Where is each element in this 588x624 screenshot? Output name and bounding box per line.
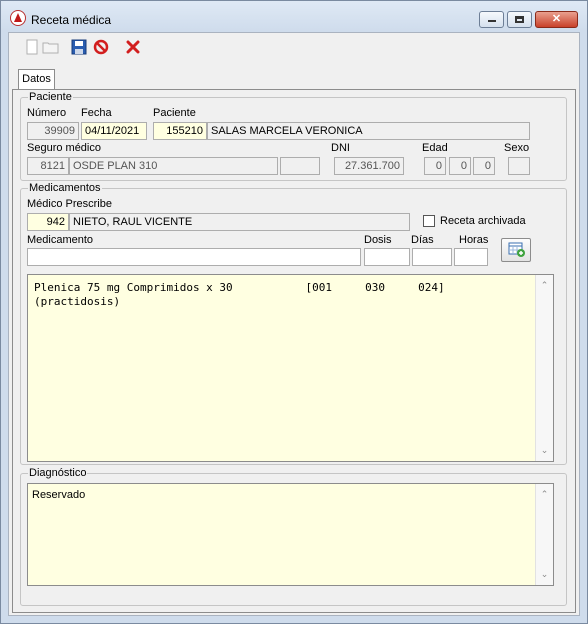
scroll-up-icon[interactable]: ⌃ bbox=[536, 277, 553, 294]
scroll-up-icon[interactable]: ⌃ bbox=[536, 486, 553, 503]
dias-input[interactable] bbox=[412, 248, 452, 266]
numero-label: Número bbox=[27, 107, 67, 119]
edad-meses-field[interactable]: 0 bbox=[449, 157, 471, 175]
cancel-prohibited-icon bbox=[93, 39, 109, 55]
medicamentos-list[interactable]: Plenica 75 mg Comprimidos x 30 [001 030 … bbox=[27, 274, 554, 462]
medico-nombre-field[interactable]: NIETO, RAUL VICENTE bbox=[69, 213, 410, 231]
maximize-icon bbox=[515, 16, 524, 23]
open-folder-icon bbox=[42, 42, 59, 54]
toolbar bbox=[9, 33, 579, 61]
paciente-legend: Paciente bbox=[28, 90, 73, 104]
dias-label: Días bbox=[411, 234, 434, 246]
tab-datos[interactable]: Datos bbox=[18, 69, 55, 90]
dosis-input[interactable] bbox=[364, 248, 410, 266]
edad-dias-field[interactable]: 0 bbox=[473, 157, 495, 175]
window-title: Receta médica bbox=[31, 13, 112, 27]
app-logo-icon bbox=[10, 10, 26, 26]
minimize-button[interactable] bbox=[479, 11, 504, 28]
sexo-field[interactable] bbox=[508, 157, 530, 175]
fecha-field[interactable]: 04/11/2021 bbox=[81, 122, 147, 140]
dni-label: DNI bbox=[331, 142, 350, 154]
seguro-codigo-field[interactable]: 8121 bbox=[27, 157, 69, 175]
horas-label: Horas bbox=[459, 234, 489, 246]
add-medicamento-button[interactable] bbox=[501, 238, 531, 262]
sexo-label: Sexo bbox=[504, 142, 530, 154]
cancel-button[interactable] bbox=[92, 38, 110, 56]
horas-input[interactable] bbox=[454, 248, 488, 266]
receta-archivada-label[interactable]: Receta archivada bbox=[440, 215, 526, 228]
paciente-group: Paciente Número Fecha Paciente 39909 04/… bbox=[20, 90, 567, 181]
diagnostico-legend: Diagnóstico bbox=[28, 466, 88, 480]
tab-page-datos: Paciente Número Fecha Paciente 39909 04/… bbox=[12, 89, 576, 613]
save-disk-icon bbox=[71, 39, 87, 55]
diagnostico-group: Diagnóstico Reservado ⌃ ⌄ bbox=[20, 466, 567, 606]
minimize-icon bbox=[488, 20, 496, 22]
title-bar[interactable]: Receta médica ✕ bbox=[1, 1, 587, 31]
seguro-nombre-field[interactable]: OSDE PLAN 310 bbox=[69, 157, 278, 175]
numero-field[interactable]: 39909 bbox=[27, 122, 79, 140]
scroll-down-icon[interactable]: ⌄ bbox=[536, 566, 553, 583]
maximize-button[interactable] bbox=[507, 11, 532, 28]
medico-label: Médico Prescribe bbox=[27, 198, 112, 210]
edad-label: Edad bbox=[422, 142, 448, 154]
medicamentos-list-text: Plenica 75 mg Comprimidos x 30 [001 030 … bbox=[34, 281, 445, 308]
paciente-id-field[interactable]: 155210 bbox=[153, 122, 207, 140]
window: Receta médica ✕ Datos Paciente Número Fe… bbox=[0, 0, 588, 624]
close-button[interactable]: ✕ bbox=[535, 11, 578, 28]
new-document-button[interactable] bbox=[23, 38, 41, 56]
dni-field[interactable]: 27.361.700 bbox=[334, 157, 404, 175]
seguro-extra-field[interactable] bbox=[280, 157, 320, 175]
receta-archivada-checkbox[interactable] bbox=[423, 215, 435, 227]
paciente-label: Paciente bbox=[153, 107, 196, 119]
diagnostico-text: Reservado bbox=[32, 489, 86, 501]
diagnostico-scrollbar[interactable]: ⌃ ⌄ bbox=[535, 484, 553, 585]
diagnostico-textarea[interactable]: Reservado ⌃ ⌄ bbox=[27, 483, 554, 586]
save-button[interactable] bbox=[70, 38, 88, 56]
medico-id-field[interactable]: 942 bbox=[27, 213, 69, 231]
medicamentos-group: Medicamentos Médico Prescribe 942 NIETO,… bbox=[20, 181, 567, 465]
medicamento-label: Medicamento bbox=[27, 234, 94, 246]
medicamentos-scrollbar[interactable]: ⌃ ⌄ bbox=[535, 275, 553, 461]
paciente-nombre-field[interactable]: SALAS MARCELA VERONICA bbox=[207, 122, 530, 140]
client-area: Datos Paciente Número Fecha Paciente 399… bbox=[8, 32, 580, 616]
scroll-down-icon[interactable]: ⌄ bbox=[536, 442, 553, 459]
medicamentos-legend: Medicamentos bbox=[28, 181, 102, 195]
edad-anios-field[interactable]: 0 bbox=[424, 157, 446, 175]
medicamento-input[interactable] bbox=[27, 248, 361, 266]
close-icon: ✕ bbox=[551, 13, 562, 25]
delete-x-icon bbox=[126, 40, 140, 54]
table-add-icon bbox=[508, 242, 525, 257]
seguro-label: Seguro médico bbox=[27, 142, 101, 154]
fecha-label: Fecha bbox=[81, 107, 112, 119]
dosis-label: Dosis bbox=[364, 234, 392, 246]
new-document-icon bbox=[26, 39, 38, 55]
open-folder-button[interactable] bbox=[42, 38, 60, 56]
delete-button[interactable] bbox=[124, 38, 142, 56]
